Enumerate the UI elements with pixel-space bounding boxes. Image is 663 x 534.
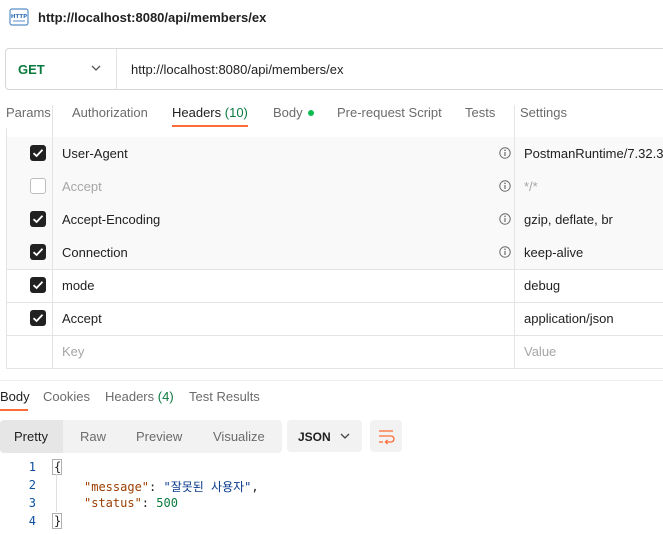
response-divider	[0, 380, 663, 381]
response-tab-headers[interactable]: Headers (4)	[105, 389, 174, 404]
line-number: 2	[28, 478, 36, 492]
info-icon[interactable]	[499, 180, 511, 192]
chevron-down-icon[interactable]	[90, 62, 102, 74]
table-row: mode debug	[7, 269, 663, 303]
header-checkbox[interactable]	[30, 310, 46, 326]
request-title: http://localhost:8080/api/members/ex	[38, 10, 267, 25]
view-pretty-button[interactable]: Pretty	[14, 429, 48, 444]
response-tab-body[interactable]: Body	[0, 389, 30, 404]
table-row: Connection keep-alive	[7, 236, 663, 270]
view-visualize-button[interactable]: Visualize	[213, 429, 265, 444]
table-row: Accept */*	[7, 170, 663, 204]
info-icon[interactable]	[499, 147, 511, 159]
headers-table: User-Agent PostmanRuntime/7.32.3 Accept …	[6, 105, 663, 369]
json-value-message: "잘못된 사용자"	[163, 480, 252, 494]
header-value[interactable]: */*	[524, 179, 538, 194]
header-checkbox[interactable]	[30, 244, 46, 260]
header-key[interactable]: Accept-Encoding	[62, 212, 160, 227]
http-request-icon: HTTP	[9, 8, 29, 26]
header-checkbox[interactable]	[30, 277, 46, 293]
json-key-status: "status"	[84, 496, 142, 510]
json-key-message: "message"	[84, 480, 150, 494]
new-header-row: Key Value	[7, 335, 663, 369]
json-line-status: "status": 500	[84, 496, 178, 510]
header-key[interactable]: mode	[62, 278, 95, 293]
response-tab-headers-count: (4)	[157, 389, 174, 404]
json-line-message: "message": "잘못된 사용자",	[84, 480, 259, 494]
header-checkbox[interactable]	[30, 178, 46, 194]
response-body-viewer[interactable]: 1 2 3 4 { "message": "잘못된 사용자", "status"…	[0, 456, 663, 534]
header-key[interactable]: Accept	[62, 311, 102, 326]
url-input[interactable]: http://localhost:8080/api/members/ex	[131, 62, 343, 77]
svg-text:HTTP: HTTP	[11, 14, 27, 20]
header-key[interactable]: User-Agent	[62, 146, 128, 161]
table-row: Accept application/json	[7, 302, 663, 336]
header-key[interactable]: Accept	[62, 179, 102, 194]
bracket-match-highlight	[52, 513, 62, 529]
new-header-key-input[interactable]: Key	[62, 344, 84, 359]
line-number: 3	[28, 496, 36, 510]
json-value-status: 500	[156, 496, 178, 510]
line-number: 4	[28, 514, 36, 528]
header-value[interactable]: keep-alive	[524, 245, 583, 260]
table-row: Accept-Encoding gzip, deflate, br	[7, 203, 663, 237]
header-checkbox[interactable]	[30, 145, 46, 161]
view-raw-button[interactable]: Raw	[80, 429, 106, 444]
response-tab-cookies[interactable]: Cookies	[43, 389, 90, 404]
header-value[interactable]: application/json	[524, 311, 614, 326]
active-response-tab-indicator	[0, 409, 28, 411]
url-divider	[116, 49, 117, 89]
header-value[interactable]: PostmanRuntime/7.32.3	[524, 146, 663, 161]
wrap-text-icon	[379, 430, 395, 445]
indent-guide	[56, 474, 57, 512]
header-value[interactable]: gzip, deflate, br	[524, 212, 613, 227]
header-checkbox[interactable]	[30, 211, 46, 227]
view-preview-button[interactable]: Preview	[136, 429, 182, 444]
header-key[interactable]: Connection	[62, 245, 128, 260]
info-icon[interactable]	[499, 246, 511, 258]
line-number: 1	[28, 460, 36, 474]
method-select[interactable]: GET	[18, 62, 45, 77]
chevron-down-icon	[340, 433, 350, 439]
header-value[interactable]: debug	[524, 278, 560, 293]
response-tab-test-results[interactable]: Test Results	[189, 389, 260, 404]
info-icon[interactable]	[499, 213, 511, 225]
table-row	[7, 105, 663, 138]
response-tab-headers-label: Headers	[105, 389, 155, 404]
url-bar: GET http://localhost:8080/api/members/ex	[5, 48, 663, 90]
format-label: JSON	[298, 430, 331, 444]
table-row: User-Agent PostmanRuntime/7.32.3	[7, 137, 663, 171]
bracket-match-highlight	[52, 459, 62, 475]
wrap-lines-button[interactable]	[370, 420, 402, 452]
new-header-value-input[interactable]: Value	[524, 344, 556, 359]
